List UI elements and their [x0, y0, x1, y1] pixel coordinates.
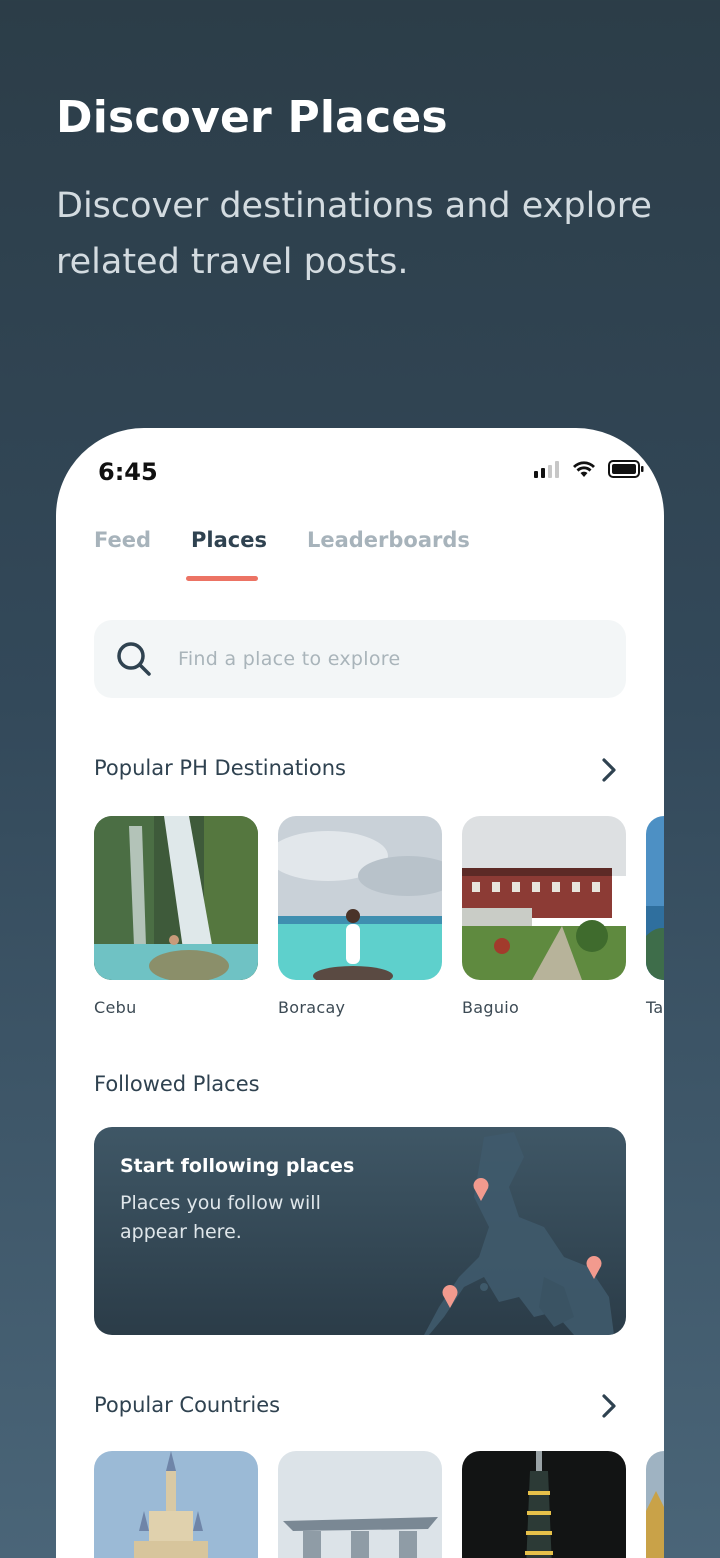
section-title-popular-countries: Popular Countries — [94, 1393, 281, 1417]
chevron-right-icon[interactable] — [598, 1393, 620, 1419]
section-title-followed: Followed Places — [94, 1072, 260, 1096]
popular-ph-carousel: Cebu Boracay Baguio Ta — [94, 816, 664, 1017]
tab-feed[interactable]: Feed — [94, 528, 151, 552]
country-image — [278, 1451, 442, 1558]
destination-image — [646, 816, 664, 980]
destination-image — [462, 816, 626, 980]
destination-card-boracay[interactable]: Boracay — [278, 816, 442, 1017]
country-card[interactable] — [646, 1451, 664, 1558]
section-title-popular-ph: Popular PH Destinations — [94, 756, 346, 780]
map-pin-icon — [586, 1256, 602, 1279]
search-bar[interactable]: Find a place to explore — [94, 620, 626, 698]
top-tabs: Feed Places Leaderboards — [94, 528, 470, 552]
tab-places[interactable]: Places — [191, 528, 267, 552]
wifi-icon — [573, 461, 595, 477]
destination-card-cebu[interactable]: Cebu — [94, 816, 258, 1017]
destination-card-baguio[interactable]: Baguio — [462, 816, 626, 1017]
destination-label: Boracay — [278, 998, 346, 1017]
country-image — [646, 1451, 664, 1558]
cellular-signal-icon — [534, 461, 559, 478]
destination-label: Cebu — [94, 998, 137, 1017]
destination-card-partial[interactable]: Ta — [646, 816, 664, 1017]
destination-image — [278, 816, 442, 980]
map-pin-icon — [473, 1178, 489, 1201]
destination-label: Baguio — [462, 998, 520, 1017]
search-input[interactable]: Find a place to explore — [178, 648, 400, 670]
hero-subtitle: Discover destinations and explore relate… — [56, 186, 652, 282]
battery-icon — [608, 460, 644, 478]
hero-title: Discover Places — [56, 92, 448, 143]
tab-leaderboards[interactable]: Leaderboards — [307, 528, 470, 552]
popular-countries-carousel — [94, 1451, 664, 1558]
map-pin-icon — [442, 1285, 458, 1308]
country-card[interactable] — [462, 1451, 626, 1558]
destination-image — [94, 816, 258, 980]
country-image — [462, 1451, 626, 1558]
followed-card-text: Places you follow will appear here. — [120, 1192, 321, 1243]
chevron-right-icon[interactable] — [598, 757, 620, 783]
status-icons — [534, 460, 644, 478]
destination-label: Ta — [646, 998, 664, 1017]
country-card[interactable] — [94, 1451, 258, 1558]
country-image — [94, 1451, 258, 1558]
search-icon — [117, 642, 151, 676]
active-tab-indicator — [186, 576, 258, 581]
followed-places-empty-card[interactable]: Start following places Places you follow… — [94, 1127, 626, 1335]
country-card[interactable] — [278, 1451, 442, 1558]
phone-screen: 6:45 Feed Places Leaderboards Find a pla — [56, 428, 664, 1558]
status-time: 6:45 — [98, 458, 158, 486]
followed-card-title: Start following places — [120, 1155, 355, 1177]
